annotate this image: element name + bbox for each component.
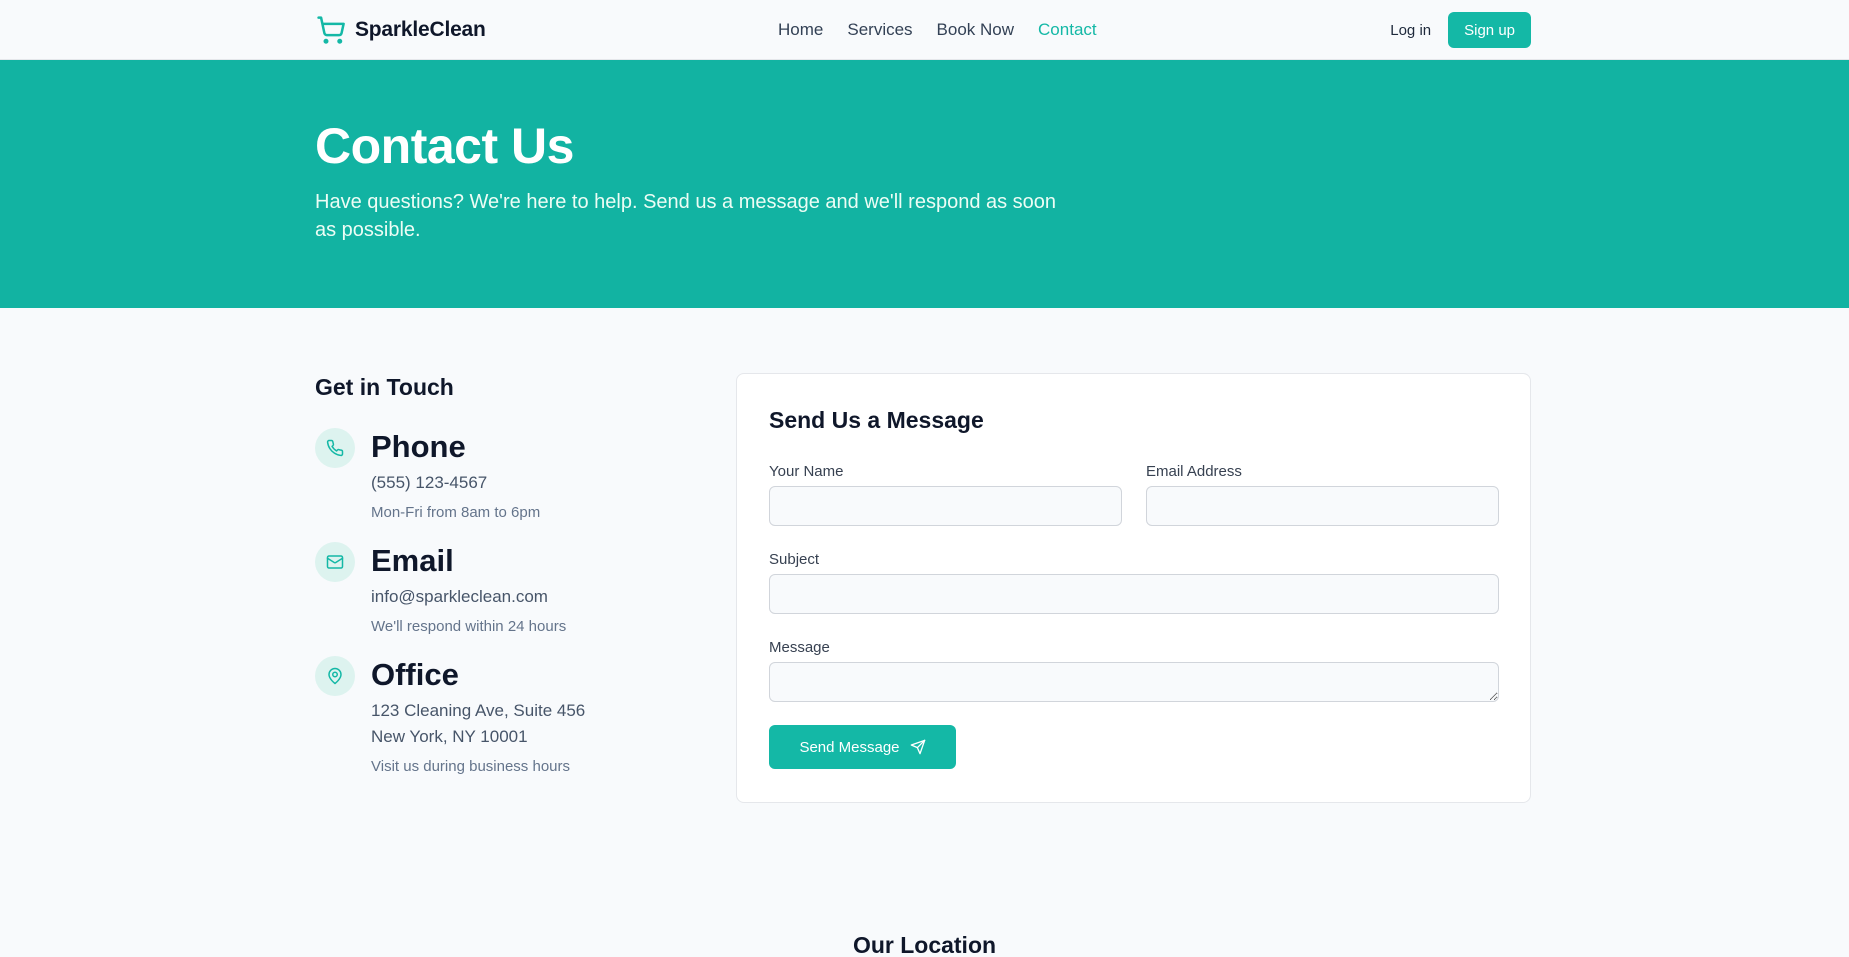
send-message-button[interactable]: Send Message [769, 725, 956, 769]
email-input[interactable] [1146, 486, 1499, 526]
name-input[interactable] [769, 486, 1122, 526]
brand-logo[interactable]: SparkleClean [315, 14, 486, 46]
our-location-heading: Our Location [852, 932, 997, 957]
shopping-cart-icon [315, 14, 347, 46]
send-message-label: Send Message [799, 738, 900, 756]
email-address[interactable]: info@sparkleclean.com [371, 584, 671, 610]
brand-name: SparkleClean [355, 18, 486, 41]
office-address-line-1: 123 Cleaning Ave, Suite 456 [371, 701, 586, 720]
phone-hours-note: Mon-Fri from 8am to 6pm [371, 504, 541, 521]
email-response-note: We'll respond within 24 hours [371, 618, 567, 635]
get-in-touch-heading: Get in Touch [315, 374, 454, 400]
contact-form-card: Send Us a Message Your Name Email Addres… [736, 373, 1531, 803]
send-icon [910, 739, 926, 755]
auth-actions: Log in Sign up [1390, 12, 1531, 48]
login-link[interactable]: Log in [1390, 22, 1431, 39]
hero-subtitle: Have questions? We're here to help. Send… [315, 191, 1057, 241]
signup-button[interactable]: Sign up [1448, 12, 1531, 48]
name-label: Your Name [769, 463, 844, 480]
nav-book-now[interactable]: Book Now [937, 20, 1014, 40]
nav-services[interactable]: Services [847, 20, 912, 40]
contact-title-phone: Phone [371, 429, 466, 464]
nav-home[interactable]: Home [778, 20, 823, 40]
message-label: Message [769, 639, 830, 656]
site-header: SparkleClean Home Services Book Now Cont… [0, 0, 1849, 60]
contact-title-email: Email [371, 543, 454, 578]
map-pin-icon [315, 656, 355, 696]
phone-icon [315, 428, 355, 468]
subject-label: Subject [769, 551, 820, 568]
contact-title-office: Office [371, 657, 459, 692]
nav-contact[interactable]: Contact [1038, 20, 1097, 40]
hero-banner: Contact Us Have questions? We're here to… [0, 60, 1849, 308]
subject-input[interactable] [769, 574, 1499, 614]
main-nav: Home Services Book Now Contact [778, 20, 1097, 40]
mail-icon [315, 542, 355, 582]
form-title: Send Us a Message [769, 407, 984, 433]
message-textarea[interactable] [769, 662, 1499, 702]
phone-number[interactable]: (555) 123-4567 [371, 470, 671, 496]
page-title: Contact Us [315, 118, 574, 174]
office-address-line-2: New York, NY 10001 [371, 727, 528, 746]
office-visit-note: Visit us during business hours [371, 758, 570, 775]
email-label: Email Address [1146, 463, 1242, 480]
